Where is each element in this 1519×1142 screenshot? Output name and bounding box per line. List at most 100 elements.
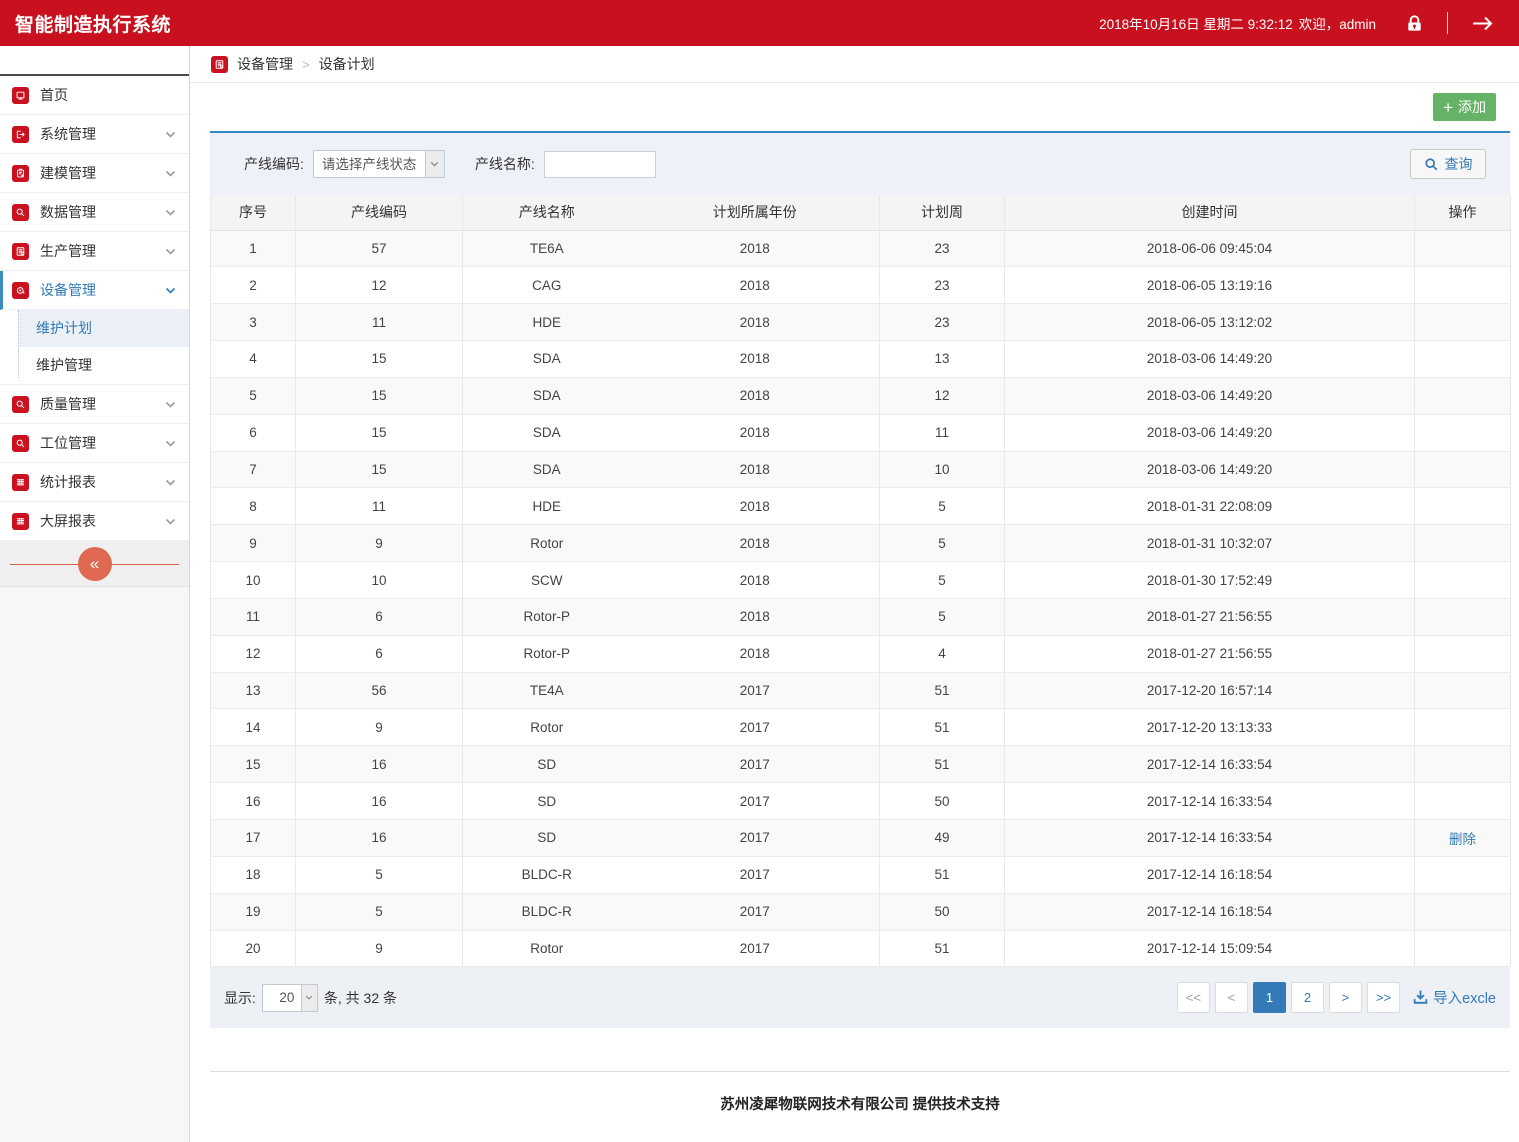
page-button-prev[interactable]: < [1215, 982, 1248, 1013]
plus-icon: + [1443, 99, 1453, 116]
sidebar-subitem-maintenance-mgmt[interactable]: 维护管理 [19, 347, 189, 384]
chevron-down-icon [165, 248, 176, 255]
table-cell: 51 [880, 672, 1005, 709]
query-button[interactable]: 查询 [1410, 149, 1486, 179]
action-cell [1415, 709, 1511, 746]
table-cell: 15 [296, 451, 463, 488]
page-buttons: <<<12>>> [1172, 982, 1400, 1013]
page-footer: 苏州凌犀物联网技术有限公司 提供技术支持 [210, 1071, 1510, 1114]
content-card: 产线编码: 请选择产线状态 产线名称: [210, 131, 1510, 1028]
col-line-code: 产线编码 [296, 195, 463, 230]
sidebar-item-production-mgmt[interactable]: 生产管理 [0, 232, 189, 271]
sidebar-item-system-mgmt[interactable]: 系统管理 [0, 115, 189, 154]
chevron-down-icon [165, 209, 176, 216]
table-cell: 11 [211, 598, 296, 635]
sidebar-footer-area [0, 587, 189, 1142]
action-cell [1415, 598, 1511, 635]
table-row: 1716SD2017492017-12-14 16:33:54删除 [211, 820, 1511, 857]
table-cell: 2018-06-05 13:19:16 [1005, 267, 1415, 304]
table-cell: SD [463, 746, 631, 783]
table-cell: CAG [463, 267, 631, 304]
sidebar-menu: 首页系统管理建模管理数据管理生产管理设备管理维护计划维护管理质量管理工位管理统计… [0, 76, 189, 541]
col-seq: 序号 [211, 195, 296, 230]
welcome-user-text: 欢迎，admin [1299, 13, 1376, 33]
action-cell [1415, 783, 1511, 820]
table-cell: 2017-12-14 16:18:54 [1005, 893, 1415, 930]
delete-link[interactable]: 删除 [1449, 832, 1476, 847]
action-cell [1415, 525, 1511, 562]
home-icon [12, 87, 29, 104]
page-button-last[interactable]: >> [1367, 982, 1400, 1013]
table-row: 195BLDC-R2017502017-12-14 16:18:54 [211, 893, 1511, 930]
table-cell: 3 [211, 304, 296, 341]
page-button-first[interactable]: << [1177, 982, 1210, 1013]
table-cell: 10 [211, 562, 296, 599]
page-size-select[interactable]: 20 [263, 985, 317, 1011]
table-cell: 2018 [631, 341, 880, 378]
sidebar-top-spacer [0, 46, 189, 76]
lock-icon[interactable] [1404, 13, 1425, 34]
sidebar-item-label: 质量管理 [40, 394, 96, 414]
table-header-row: 序号 产线编码 产线名称 计划所属年份 计划周 创建时间 操作 [211, 195, 1511, 230]
logout-arrow-icon[interactable] [1470, 15, 1495, 32]
table-cell: 2017-12-20 16:57:14 [1005, 672, 1415, 709]
table-cell: 11 [296, 488, 463, 525]
table-row: 99Rotor201852018-01-31 10:32:07 [211, 525, 1511, 562]
sidebar-item-data-mgmt[interactable]: 数据管理 [0, 193, 189, 232]
page-button-page-2[interactable]: 2 [1291, 982, 1324, 1013]
chevron-down-icon [165, 287, 176, 294]
sidebar-item-label: 设备管理 [40, 280, 96, 300]
table-cell: 9 [296, 709, 463, 746]
chevron-down-icon [165, 479, 176, 486]
sidebar: 首页系统管理建模管理数据管理生产管理设备管理维护计划维护管理质量管理工位管理统计… [0, 46, 190, 1142]
sidebar-item-screen-report[interactable]: 大屏报表 [0, 502, 189, 541]
sidebar-item-station-mgmt[interactable]: 工位管理 [0, 424, 189, 463]
search-icon [12, 396, 29, 413]
filter-bar: 产线编码: 请选择产线状态 产线名称: [210, 133, 1510, 195]
table-cell: 19 [211, 893, 296, 930]
sidebar-item-equipment-mgmt[interactable]: 设备管理 [0, 271, 189, 310]
table-cell: BLDC-R [463, 856, 631, 893]
add-button[interactable]: + 添加 [1433, 93, 1496, 121]
table-cell: 4 [880, 635, 1005, 672]
sidebar-subitem-maintenance-plan[interactable]: 维护计划 [19, 310, 189, 347]
table-cell: 18 [211, 856, 296, 893]
pagination-bar: 显示: 20 条, 共 32 条 <<<12>>> [210, 967, 1510, 1028]
table-cell: 51 [880, 746, 1005, 783]
sidebar-collapse-button[interactable]: « [78, 547, 112, 581]
table-cell: Rotor [463, 930, 631, 967]
action-cell [1415, 304, 1511, 341]
table-cell: 2017-12-14 16:33:54 [1005, 820, 1415, 857]
chevron-down-icon [165, 131, 176, 138]
datetime-text: 2018年10月16日 星期二 9:32:12 [1099, 13, 1293, 33]
line-code-select[interactable]: 请选择产线状态 [314, 151, 444, 177]
plans-table: 序号 产线编码 产线名称 计划所属年份 计划周 创建时间 操作 157TE6A2… [210, 195, 1511, 967]
table-cell: 2017 [631, 783, 880, 820]
line-code-select-box: 请选择产线状态 [313, 150, 445, 178]
table-row: 212CAG2018232018-06-05 13:19:16 [211, 267, 1511, 304]
system-icon [12, 126, 29, 143]
topbar-divider [1447, 12, 1448, 34]
sidebar-item-quality-mgmt[interactable]: 质量管理 [0, 385, 189, 424]
table-row: 157TE6A2018232018-06-06 09:45:04 [211, 230, 1511, 267]
table-cell: 2018-01-27 21:56:55 [1005, 635, 1415, 672]
line-name-input[interactable] [544, 151, 656, 178]
import-excel-button[interactable]: 导入excle [1412, 987, 1496, 1008]
table-cell: 15 [211, 746, 296, 783]
action-cell [1415, 562, 1511, 599]
sidebar-item-label: 首页 [40, 85, 68, 105]
document-icon [211, 56, 228, 73]
table-row: 209Rotor2017512017-12-14 15:09:54 [211, 930, 1511, 967]
table-cell: 12 [296, 267, 463, 304]
breadcrumb-section[interactable]: 设备管理 [237, 54, 293, 74]
table-cell: SCW [463, 562, 631, 599]
table-row: 1356TE4A2017512017-12-20 16:57:14 [211, 672, 1511, 709]
page-button-page-1[interactable]: 1 [1253, 982, 1286, 1013]
app-title: 智能制造执行系统 [0, 10, 171, 37]
table-row: 1616SD2017502017-12-14 16:33:54 [211, 783, 1511, 820]
page-button-next[interactable]: > [1329, 982, 1362, 1013]
sidebar-item-model-mgmt[interactable]: 建模管理 [0, 154, 189, 193]
table-cell: 2018-06-06 09:45:04 [1005, 230, 1415, 267]
sidebar-item-stats-report[interactable]: 统计报表 [0, 463, 189, 502]
sidebar-item-home[interactable]: 首页 [0, 76, 189, 115]
